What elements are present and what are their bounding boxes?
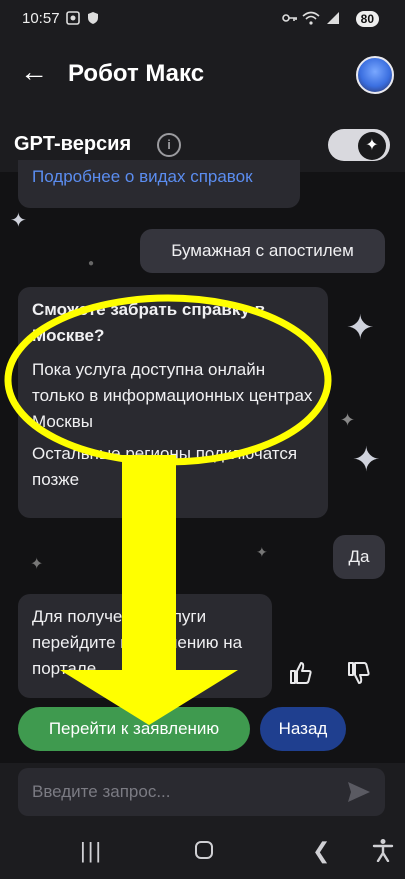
shield-icon [88,12,98,24]
sparkle-decoration: ✦ [256,544,268,560]
sparkle-decoration: ✦ [352,441,381,479]
status-bar [0,0,405,40]
recent-apps-icon[interactable]: ||| [80,838,103,864]
thumbs-down-icon[interactable] [346,660,372,686]
key-icon [282,14,297,22]
bot-message-partial: Подробнее о видах справок [18,160,300,208]
screenshot-icon [66,11,80,25]
robot-avatar[interactable] [356,56,394,94]
sparkle-icon[interactable]: ✦ [358,132,386,160]
sparkle-decoration: ✦ [340,410,356,430]
query-input[interactable] [18,768,385,816]
user-message: Да [333,535,385,579]
page-title: Робот Макс [68,60,205,87]
wifi-icon [302,11,320,25]
sparkle-decoration: ✦ [30,556,44,573]
go-to-application-button[interactable]: Перейти к заявлению [18,707,250,751]
back-arrow-icon[interactable]: ← [20,58,48,86]
link-document-types[interactable]: Подробнее о видах справок [18,160,300,188]
dot-decoration: ● [88,258,95,269]
gpt-version-label: GPT-версия [14,133,132,155]
bot-message: Сможете забрать справку в Москве? Пока у… [18,287,328,518]
sparkle-decoration: ✦ [10,210,27,232]
info-icon[interactable]: i [157,133,181,157]
bot-question-text: Сможете забрать справку в Москве? [32,300,266,345]
status-time: 10:57 [22,10,60,27]
bot-answer-text: Пока услуга доступна онлайн только в инф… [32,360,313,431]
back-nav-icon[interactable]: ❮ [312,838,330,864]
home-icon[interactable] [194,840,214,860]
bot-note-text: Остальные регионы подключатся позже [32,444,298,489]
bot-message-text: Для получения услуги перейдите к заявлен… [32,607,243,678]
sparkle-decoration: ✦ [346,309,375,347]
battery-indicator: 80 [355,11,379,27]
send-icon[interactable] [346,779,372,805]
bot-message: Для получения услуги перейдите к заявлен… [18,594,272,698]
signal-icon [327,12,339,24]
thumbs-up-icon[interactable] [288,660,314,686]
user-message: Бумажная с апостилем [140,229,385,273]
accessibility-icon[interactable] [372,838,394,862]
back-button[interactable]: Назад [260,707,346,751]
